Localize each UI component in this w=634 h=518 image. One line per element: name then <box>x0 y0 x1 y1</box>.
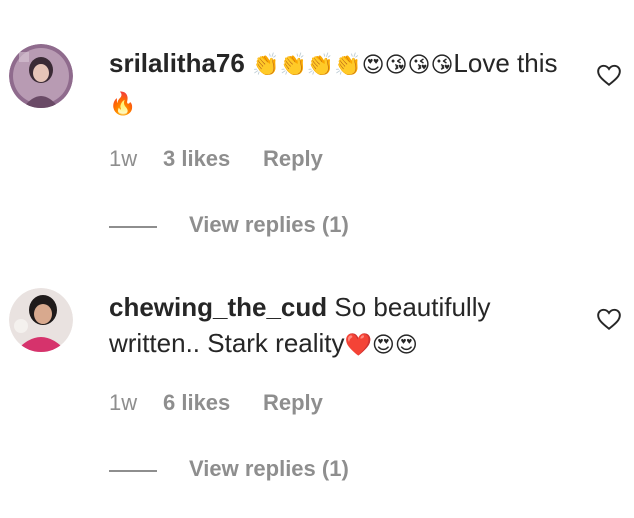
likes-count[interactable]: 3 likes <box>163 146 230 172</box>
view-replies-button[interactable]: View replies (1) <box>109 212 409 242</box>
comment-text: srilalitha76 👏👏👏👏😍😘😘😘Love this 🔥 <box>109 45 569 123</box>
reply-button[interactable]: Reply <box>263 390 323 416</box>
like-heart-icon[interactable] <box>596 62 622 88</box>
emoji-heart-love: ❤️😍😍 <box>344 333 418 358</box>
comment-text: chewing_the_cud So beautifully written..… <box>109 289 569 364</box>
view-replies-label: View replies (1) <box>189 456 349 481</box>
view-replies-button[interactable]: View replies (1) <box>109 456 409 486</box>
username[interactable]: chewing_the_cud <box>109 292 327 322</box>
replies-divider <box>109 470 157 472</box>
comment-message: Love this <box>453 48 558 78</box>
timestamp: 1w <box>109 146 138 171</box>
like-heart-icon[interactable] <box>596 306 622 332</box>
avatar[interactable] <box>9 44 73 108</box>
emoji-fire: 🔥 <box>109 92 137 117</box>
reply-button[interactable]: Reply <box>263 146 323 172</box>
timestamp: 1w <box>109 390 138 415</box>
emoji-clap-kiss: 👏👏👏👏😍😘😘😘 <box>252 53 454 78</box>
username[interactable]: srilalitha76 <box>109 48 245 78</box>
likes-count[interactable]: 6 likes <box>163 390 230 416</box>
avatar[interactable] <box>9 288 73 352</box>
replies-divider <box>109 226 157 228</box>
view-replies-label: View replies (1) <box>189 212 349 237</box>
